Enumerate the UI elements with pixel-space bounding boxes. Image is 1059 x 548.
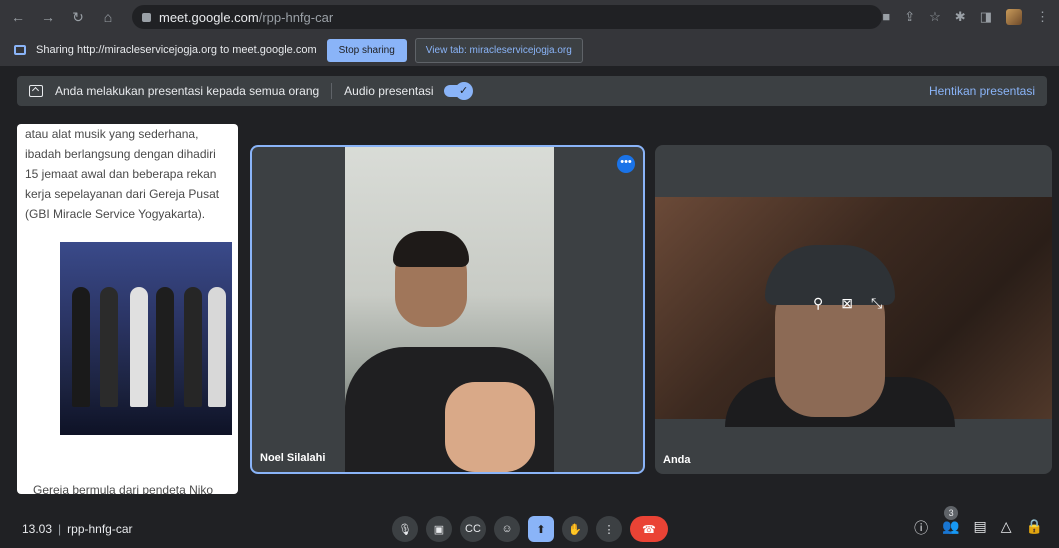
presentation-slide: atau alat musik yang sederhana, ibadah b… [17,124,238,494]
host-controls-icon[interactable]: 🔒 [1026,518,1043,538]
side-controls: ⓘ 👥 3 ▤ △ 🔒 [914,506,1043,538]
audio-toggle[interactable] [443,82,473,100]
more-options-icon[interactable]: ••• [617,155,635,173]
lock-icon [142,12,151,22]
emoji-icon[interactable]: ☺ [494,516,520,542]
people-count: 3 [944,506,959,520]
back-icon[interactable]: ← [10,9,26,26]
meeting-controls-bar: 13.03 | rpp-hnfg-car 🎙 ▣ CC ☺ ⬆ ✋ ⋮ ☎ ⓘ 👥 3… [0,506,1059,548]
people-icon[interactable]: 👥 3 [942,506,960,538]
camera-icon[interactable]: ■ [882,9,890,25]
sharing-text: Sharing http://miracleservicejogja.org t… [36,44,317,56]
screen-share-icon [14,45,26,55]
browser-toolbar: ← → ↻ ⌂ meet.google.com/rpp-hnfg-car ■ ⇪… [0,0,1059,34]
stop-sharing-button[interactable]: Stop sharing [326,38,407,62]
frame-icon[interactable]: ⊠ [841,295,853,312]
browser-nav: ← → ↻ ⌂ [10,9,116,26]
star-icon[interactable]: ☆ [929,9,941,25]
camera-icon[interactable]: ▣ [426,516,452,542]
chat-icon[interactable]: ▤ [974,518,987,538]
url-path: /rpp-hnfg-car [258,9,334,25]
end-call-icon[interactable]: ☎ [630,516,668,542]
present-now-icon[interactable]: ⬆ [528,516,554,542]
divider [331,83,333,99]
side-panel-icon[interactable]: ◨ [980,9,992,25]
more-options-icon[interactable]: ⋮ [596,516,622,542]
stop-presentation-button[interactable]: Hentikan presentasi [929,84,1035,98]
participant-tile-noel[interactable]: ••• Noel Silalahi [250,145,645,474]
pin-icon[interactable]: ⚲ [813,295,823,312]
browser-actions: ■ ⇪ ☆ ✱ ◨ ⋮ [882,9,1049,25]
meeting-info: 13.03 | rpp-hnfg-car [22,522,133,536]
home-icon[interactable]: ⌂ [100,9,116,26]
presentation-bar: Anda melakukan presentasi kepada semua o… [17,76,1047,106]
extensions-icon[interactable]: ✱ [955,9,966,25]
menu-icon[interactable]: ⋮ [1036,9,1049,25]
audio-label: Audio presentasi [344,84,434,98]
captions-icon[interactable]: CC [460,516,486,542]
call-controls: 🎙 ▣ CC ☺ ⬆ ✋ ⋮ ☎ [392,516,668,542]
raise-hand-icon[interactable]: ✋ [562,516,588,542]
minimize-icon[interactable]: ⤡ [871,295,882,312]
profile-avatar[interactable] [1006,9,1022,25]
participant-video [345,147,554,472]
presentation-message: Anda melakukan presentasi kepada semua o… [55,84,320,98]
slide-text-top: atau alat musik yang sederhana, ibadah b… [25,127,220,221]
tile-controls: ⚲ ⊠ ⤡ [813,295,882,312]
slide-text-bottom: Gereja bermula dari pendeta Niko [33,483,214,494]
forward-icon[interactable]: → [40,9,56,26]
view-tab-button[interactable]: View tab: miracleservicejogja.org [414,37,583,63]
microphone-icon[interactable]: 🎙 [392,516,418,542]
meeting-time: 13.03 [22,522,53,536]
slide-photo [60,242,232,435]
address-bar[interactable]: meet.google.com/rpp-hnfg-car [132,5,883,29]
sharing-bar: Sharing http://miracleservicejogja.org t… [0,34,1059,66]
share-icon[interactable]: ⇪ [904,9,915,25]
url-host: meet.google.com [159,9,259,25]
activities-icon[interactable]: △ [1001,518,1012,538]
participant-name: Noel Silalahi [260,452,326,464]
present-icon [29,85,43,97]
meeting-code: rpp-hnfg-car [67,522,133,536]
participant-tile-self[interactable]: ⚲ ⊠ ⤡ Anda [655,145,1052,474]
reload-icon[interactable]: ↻ [70,9,86,26]
info-icon[interactable]: ⓘ [914,518,928,538]
participant-name: Anda [663,454,691,466]
